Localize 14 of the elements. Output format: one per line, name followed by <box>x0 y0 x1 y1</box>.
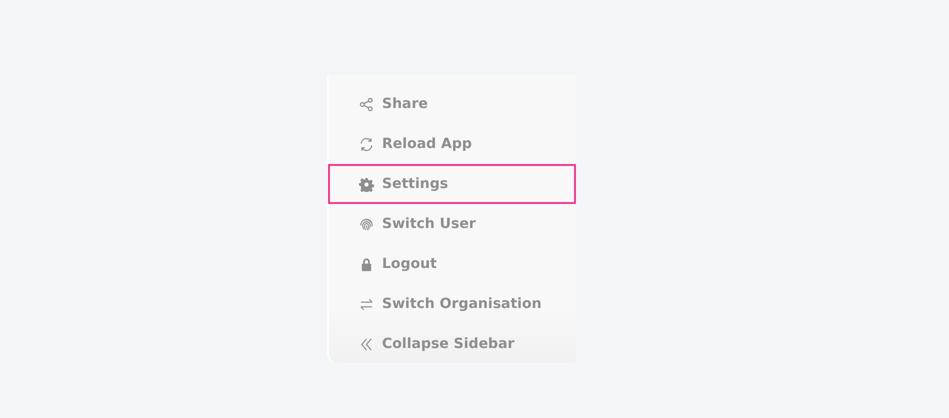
fingerprint-icon <box>359 216 374 232</box>
double-chevron-left-icon <box>359 336 374 352</box>
lock-icon <box>359 256 374 272</box>
menu-item[interactable]: Logout <box>328 244 576 284</box>
share-icon <box>359 96 374 112</box>
menu-item[interactable]: Reload App <box>328 124 576 164</box>
menu-item[interactable]: Switch Organisation <box>328 284 576 324</box>
reload-icon <box>359 136 374 152</box>
settings-icon <box>359 176 374 192</box>
menu-item[interactable]: Switch User <box>328 204 576 244</box>
menu-item[interactable]: Collapse Sidebar <box>328 324 576 364</box>
swap-arrows-icon <box>359 296 374 312</box>
menu-item[interactable]: Settings <box>328 164 576 204</box>
menu-item[interactable]: Share <box>328 84 576 124</box>
